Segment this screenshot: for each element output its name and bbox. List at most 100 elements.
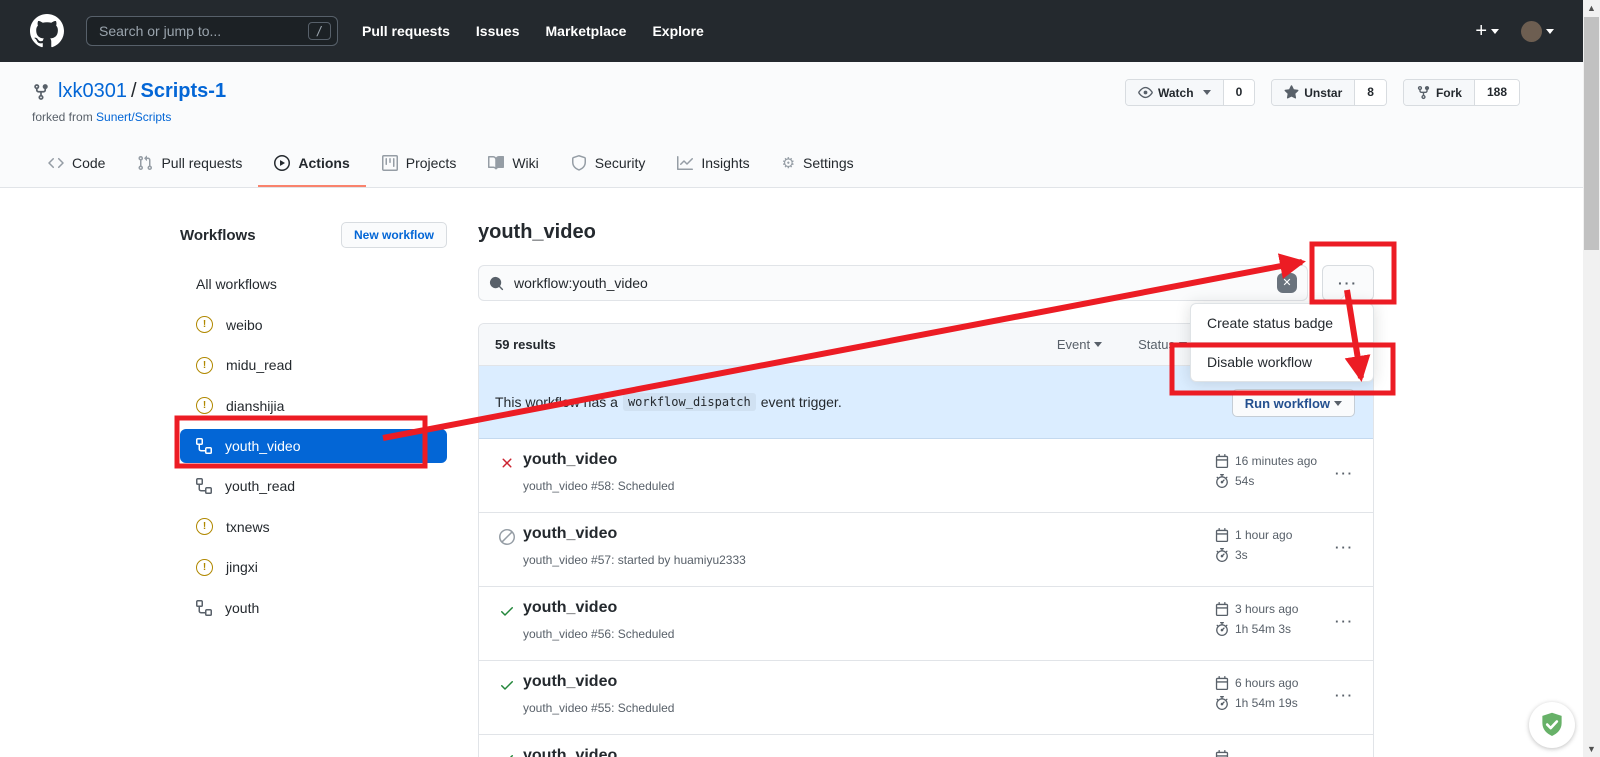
watch-count[interactable]: 0 [1223, 80, 1255, 105]
tab-actions[interactable]: Actions [258, 141, 365, 187]
run-title-link[interactable]: youth_video [523, 525, 617, 543]
repo-separator: / [127, 80, 141, 102]
warning-icon: ! [196, 316, 213, 333]
create-new-button[interactable]: + [1475, 20, 1499, 43]
eye-icon [1138, 85, 1153, 100]
banner-code: workflow_dispatch [623, 393, 756, 411]
menu-item-create-status-badge[interactable]: Create status badge [1191, 304, 1373, 342]
sidebar-item-youth-video[interactable]: youth_video [180, 429, 447, 463]
sidebar-item-weibo[interactable]: ! weibo [180, 305, 447, 346]
calendar-icon [1215, 602, 1229, 616]
status-filter-dropdown[interactable]: Status [1138, 337, 1187, 352]
fork-count[interactable]: 188 [1474, 80, 1519, 105]
scrollbar-down-arrow[interactable]: ▼ [1583, 741, 1600, 757]
tab-code[interactable]: Code [32, 141, 121, 187]
calendar-icon [1215, 676, 1229, 690]
tab-settings[interactable]: ⚙ Settings [766, 141, 870, 187]
run-title-link[interactable]: youth_video [523, 673, 617, 691]
caret-down-icon [1094, 342, 1102, 351]
workflow-label: dianshijia [226, 398, 284, 414]
sidebar-item-all-workflows[interactable]: All workflows [180, 264, 447, 305]
tab-wiki[interactable]: Wiki [472, 141, 554, 187]
user-menu-button[interactable] [1521, 21, 1554, 42]
run-description: youth_video #58: Scheduled [523, 479, 674, 493]
nav-link-issues[interactable]: Issues [476, 23, 520, 39]
caret-down-icon [1546, 29, 1554, 38]
run-meta: 3 hours ago 1h 54m 3s [1215, 599, 1298, 639]
sidebar-item-youth[interactable]: youth [180, 588, 447, 629]
run-title-link[interactable]: youth_video [523, 451, 617, 469]
run-row[interactable]: youth_video youth_video #57: started by … [479, 513, 1373, 587]
warning-icon: ! [196, 518, 213, 535]
run-options-button[interactable]: ··· [1329, 539, 1360, 556]
run-time: 16 minutes ago [1235, 454, 1317, 468]
run-filters: Event Status [1057, 337, 1187, 352]
run-workflow-button[interactable]: Run workflow [1232, 389, 1355, 417]
circle-slash-cancelled-icon [499, 529, 515, 545]
run-title-link[interactable]: youth_video [523, 747, 617, 757]
new-workflow-button[interactable]: New workflow [341, 222, 447, 248]
star-button-group: Unstar 8 [1271, 79, 1387, 106]
workflow-options-menu: Create status badge Disable workflow [1190, 303, 1374, 382]
run-row[interactable]: youth_video youth_video #58: Scheduled 1… [479, 439, 1373, 513]
vertical-scrollbar[interactable]: ▲ ▼ [1583, 0, 1600, 757]
run-duration: 1h 54m 3s [1235, 622, 1291, 636]
workflow-label: midu_read [226, 357, 292, 373]
menu-item-disable-workflow[interactable]: Disable workflow [1191, 342, 1373, 381]
tab-projects[interactable]: Projects [366, 141, 473, 187]
event-filter-dropdown[interactable]: Event [1057, 337, 1102, 352]
nav-link-marketplace[interactable]: Marketplace [546, 23, 627, 39]
workflow-list: All workflows ! weibo ! midu_read ! dian… [180, 264, 447, 628]
tab-pull-requests[interactable]: Pull requests [121, 141, 258, 187]
sidebar-item-midu-read[interactable]: ! midu_read [180, 345, 447, 386]
nav-link-explore[interactable]: Explore [652, 23, 703, 39]
forked-from-label: forked from [32, 110, 93, 124]
run-options-button[interactable]: ··· [1329, 687, 1360, 704]
check-success-icon [499, 751, 515, 757]
run-row[interactable]: youth_video youth_video #56: Scheduled 3… [479, 587, 1373, 661]
run-search-box[interactable]: ✕ [478, 265, 1308, 301]
run-options-button[interactable]: ··· [1329, 613, 1360, 630]
clear-search-button[interactable]: ✕ [1277, 273, 1297, 293]
tab-insights[interactable]: Insights [661, 141, 765, 187]
stopwatch-icon [1215, 548, 1229, 562]
workflow-label: txnews [226, 519, 270, 535]
adguard-extension-badge[interactable] [1529, 702, 1575, 748]
global-search-input[interactable] [97, 22, 308, 40]
repo-title-row: lxk0301/Scripts-1 [32, 80, 226, 103]
watch-button-group: Watch 0 [1125, 79, 1255, 106]
run-row[interactable]: youth_video [479, 735, 1373, 757]
forked-from-link[interactable]: Sunert/Scripts [96, 110, 171, 124]
repo-owner-link[interactable]: lxk0301 [58, 80, 127, 102]
stopwatch-icon [1215, 474, 1229, 488]
play-icon [274, 155, 290, 171]
global-search[interactable]: / [86, 16, 338, 46]
sidebar-item-youth-read[interactable]: youth_read [180, 466, 447, 507]
tab-label: Security [595, 155, 646, 171]
scrollbar-thumb[interactable] [1584, 17, 1599, 250]
page-title: youth_video [478, 218, 1374, 246]
scrollbar-up-arrow[interactable]: ▲ [1583, 0, 1600, 16]
fork-button[interactable]: Fork [1404, 80, 1474, 105]
navbar-right: + [1475, 20, 1554, 43]
sidebar-item-dianshijia[interactable]: ! dianshijia [180, 386, 447, 427]
run-row[interactable]: youth_video youth_video #55: Scheduled 6… [479, 661, 1373, 735]
repo-name-link[interactable]: Scripts-1 [141, 80, 227, 102]
star-count[interactable]: 8 [1354, 80, 1386, 105]
shield-icon [571, 155, 587, 171]
tab-security[interactable]: Security [555, 141, 662, 187]
run-description: youth_video #57: started by huamiyu2333 [523, 553, 746, 567]
github-logo-icon[interactable] [30, 14, 64, 48]
sidebar-item-txnews[interactable]: ! txnews [180, 507, 447, 548]
caret-down-icon [1334, 401, 1342, 410]
tab-label: Pull requests [161, 155, 242, 171]
watch-button[interactable]: Watch [1126, 80, 1223, 105]
run-options-button[interactable]: ··· [1329, 465, 1360, 482]
repo-action-buttons: Watch 0 Unstar 8 Fork 188 [1125, 79, 1520, 106]
run-title-link[interactable]: youth_video [523, 599, 617, 617]
unstar-button[interactable]: Unstar [1272, 80, 1354, 105]
nav-link-pull-requests[interactable]: Pull requests [362, 23, 450, 39]
sidebar-item-jingxi[interactable]: ! jingxi [180, 547, 447, 588]
run-search-input[interactable] [512, 274, 1277, 292]
main-content: youth_video ✕ ··· 59 results Event Statu… [478, 218, 1374, 757]
